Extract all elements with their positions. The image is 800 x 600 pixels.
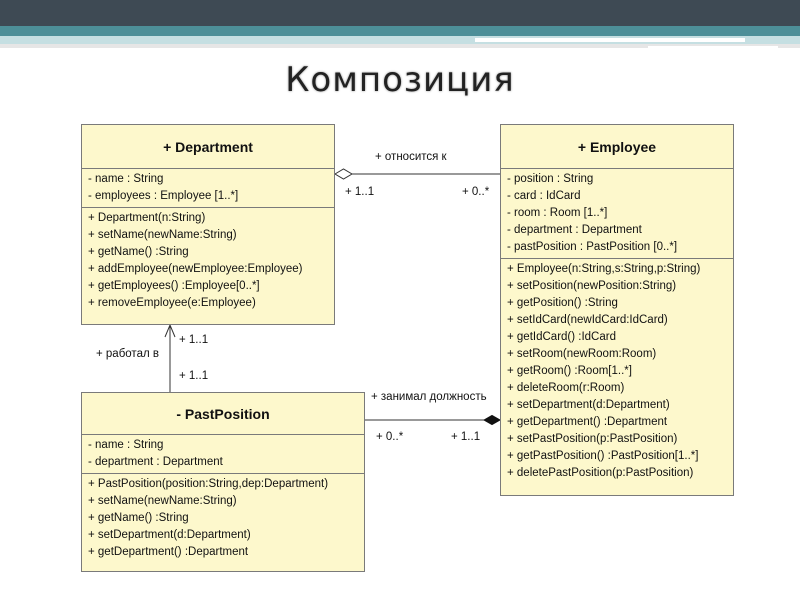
operation-row: + setPosition(newPosition:String): [507, 280, 677, 292]
attributes-section: - name : String - department : Department: [82, 435, 364, 474]
multiplicity-label: + 1..1: [451, 431, 481, 443]
association-label: + относится к: [375, 151, 447, 163]
operation-row: + Department(n:String): [88, 212, 206, 224]
composition-diamond: [482, 414, 502, 426]
multiplicity-label: + 1..1: [345, 186, 375, 198]
operation-row: + PastPosition(position:String,dep:Depar…: [88, 478, 329, 490]
multiplicity-label: + 0..*: [462, 186, 490, 198]
operation-row: + deleteRoom(r:Room): [507, 382, 625, 394]
operation-row: + getIdCard() :IdCard: [507, 331, 616, 343]
class-employee[interactable]: + Employee - position : String - card : I…: [500, 124, 734, 496]
operation-row: + getDepartment() :Department: [88, 546, 249, 558]
association-label: + работал в: [96, 348, 159, 360]
operation-row: + setDepartment(d:Department): [507, 399, 670, 411]
attribute-row: - employees : Employee [1..*]: [88, 190, 239, 202]
multiplicity-label: + 0..*: [376, 431, 404, 443]
operation-row: + setName(newName:String): [88, 495, 237, 507]
class-name: + Employee: [501, 125, 733, 169]
attributes-section: - name : String - employees : Employee [1…: [82, 169, 334, 208]
attribute-row: - room : Room [1..*]: [507, 207, 608, 219]
operations-section: + Department(n:String) + setName(newName:…: [82, 208, 334, 314]
attribute-row: - position : String: [507, 173, 594, 185]
attribute-row: - department : Department: [88, 456, 223, 468]
operation-row: + getName() :String: [88, 246, 189, 258]
attribute-row: - card : IdCard: [507, 190, 581, 202]
attribute-row: - department : Department: [507, 224, 642, 236]
operation-row: + getPosition() :String: [507, 297, 618, 309]
operation-row: + setRoom(newRoom:Room): [507, 348, 657, 360]
operation-row: + addEmployee(newEmployee:Employee): [88, 263, 303, 275]
class-department[interactable]: + Department - name : String - employees …: [81, 124, 335, 325]
operations-section: + Employee(n:String,s:String,p:String) + …: [501, 259, 733, 484]
operation-row: + setPastPosition(p:PastPosition): [507, 433, 678, 445]
multiplicity-label: + 1..1: [179, 334, 209, 346]
operation-row: + getPastPosition() :PastPosition[1..*]: [507, 450, 699, 462]
operation-row: + setIdCard(newIdCard:IdCard): [507, 314, 668, 326]
operation-row: + getDepartment() :Department: [507, 416, 668, 428]
operation-row: + getEmployees() :Employee[0..*]: [88, 280, 260, 292]
multiplicity-label: + 1..1: [179, 370, 209, 382]
attribute-row: - name : String: [88, 439, 164, 451]
attributes-section: - position : String - card : IdCard - room…: [501, 169, 733, 259]
class-name: - PastPosition: [82, 393, 364, 435]
association-label: + занимал должность: [371, 391, 487, 403]
attribute-row: - pastPosition : PastPosition [0..*]: [507, 241, 678, 253]
operation-row: + deletePastPosition(p:PastPosition): [507, 467, 694, 479]
operation-row: + Employee(n:String,s:String,p:String): [507, 263, 701, 275]
class-pastposition[interactable]: - PastPosition - name : String - departme…: [81, 392, 365, 572]
operation-row: + removeEmployee(e:Employee): [88, 297, 256, 309]
attribute-row: - name : String: [88, 173, 164, 185]
operation-row: + getName() :String: [88, 512, 189, 524]
aggregation-diamond: [334, 168, 353, 180]
operation-row: + setDepartment(d:Department): [88, 529, 251, 541]
operations-section: + PastPosition(position:String,dep:Depar…: [82, 474, 364, 563]
operation-row: + getRoom() :Room[1..*]: [507, 365, 632, 377]
class-name: + Department: [82, 125, 334, 169]
operation-row: + setName(newName:String): [88, 229, 237, 241]
